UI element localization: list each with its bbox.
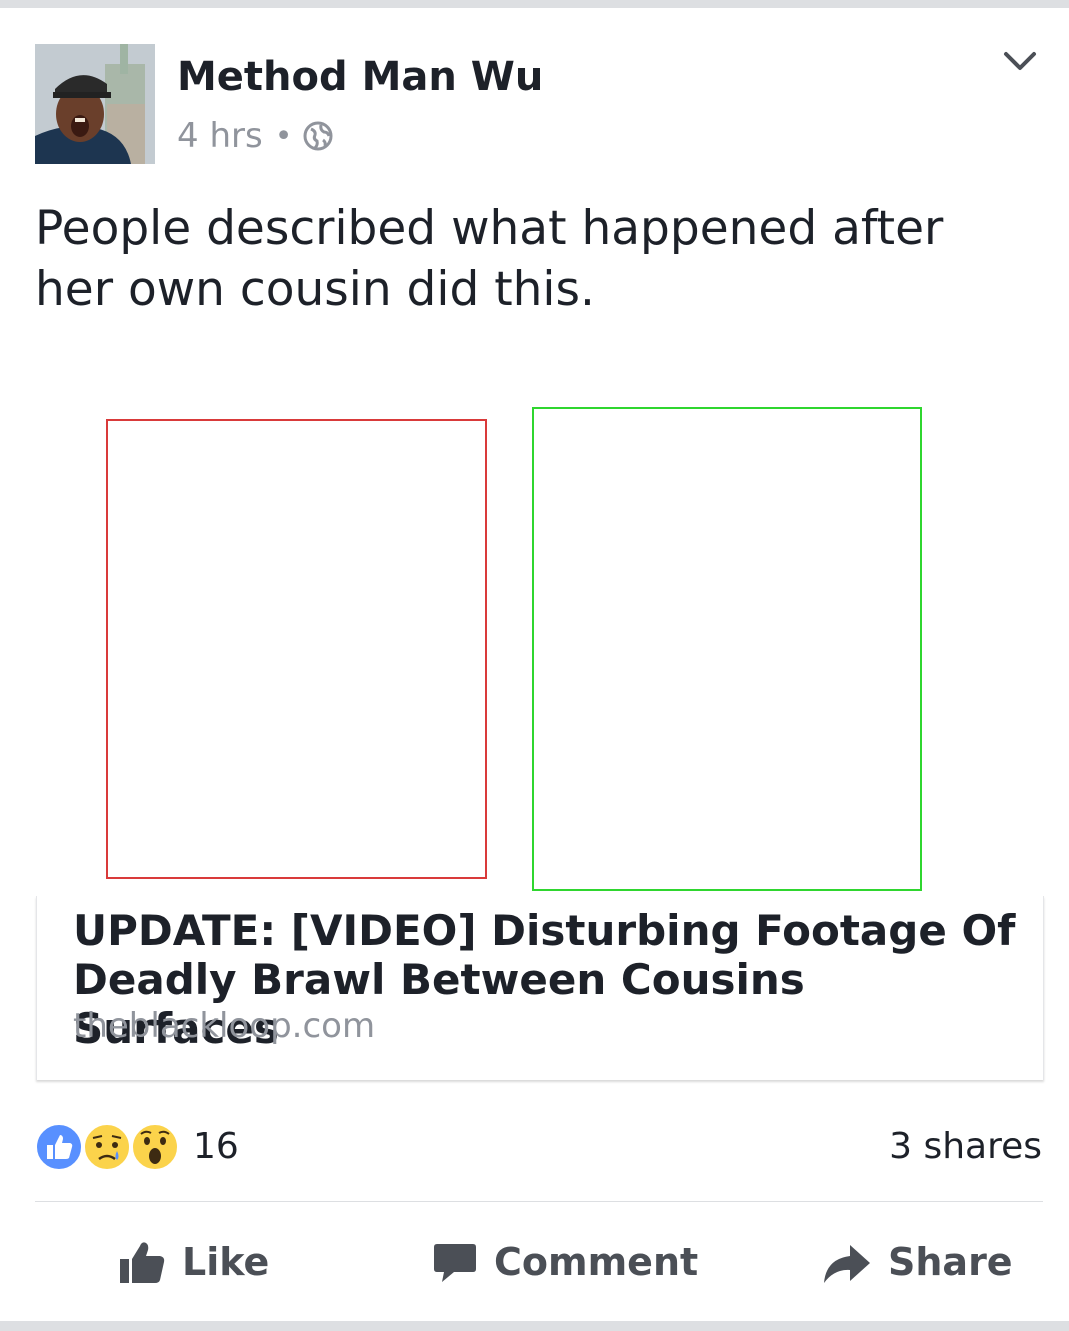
share-label: Share xyxy=(888,1240,1013,1284)
link-card[interactable]: UPDATE: [VIDEO] Disturbing Footage Of De… xyxy=(36,896,1044,1080)
divider xyxy=(35,1201,1043,1202)
wow-icon xyxy=(131,1123,179,1171)
like-button[interactable]: Like xyxy=(118,1232,269,1292)
media-box-green xyxy=(532,407,922,891)
share-arrow-icon xyxy=(824,1245,870,1283)
feed-separator-bottom xyxy=(0,1321,1069,1331)
avatar-image xyxy=(35,44,155,164)
sad-icon xyxy=(83,1123,131,1171)
like-label: Like xyxy=(182,1240,270,1284)
comment-icon xyxy=(434,1244,476,1282)
share-button[interactable]: Share xyxy=(822,1232,1013,1292)
author-name[interactable]: Method Man Wu xyxy=(177,54,543,100)
post-time[interactable]: 4 hrs xyxy=(177,116,263,156)
like-icon xyxy=(35,1123,83,1171)
share-count[interactable]: 3 shares xyxy=(889,1126,1042,1167)
link-domain: theblackloop.com xyxy=(73,1006,376,1046)
meta-separator: • xyxy=(274,118,293,154)
globe-icon xyxy=(303,121,333,151)
thumbs-up-icon xyxy=(120,1242,165,1283)
comment-label: Comment xyxy=(494,1240,699,1284)
chevron-down-icon[interactable] xyxy=(1000,44,1040,78)
feed-separator-top xyxy=(0,0,1069,8)
post-meta: 4 hrs • xyxy=(177,116,334,156)
reaction-count[interactable]: 16 xyxy=(193,1126,239,1167)
media-box-red xyxy=(106,419,487,879)
post-text: People described what happened after her… xyxy=(35,201,944,317)
comment-button[interactable]: Comment xyxy=(432,1232,698,1292)
avatar[interactable] xyxy=(35,44,155,164)
